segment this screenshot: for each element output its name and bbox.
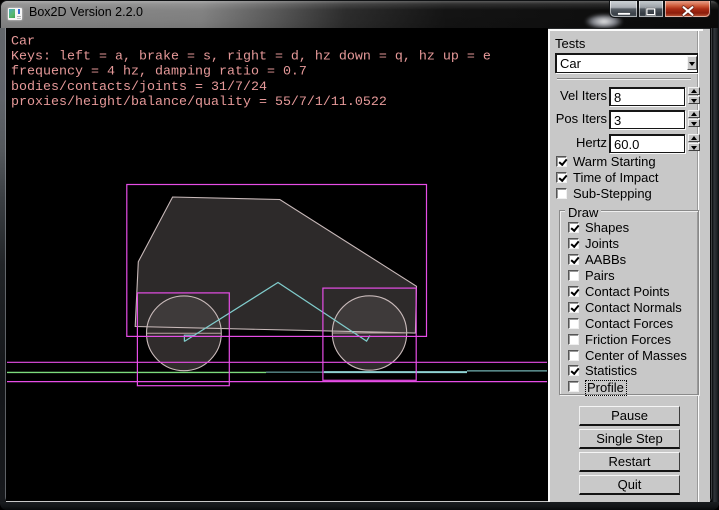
svg-text:proxies/height/balance/quality: proxies/height/balance/quality = 55/7/1/…: [11, 95, 387, 110]
svg-text:frequency = 4 hz, damping rati: frequency = 4 hz, damping ratio = 0.7: [11, 65, 307, 80]
svg-text:Keys: left = a, brake = s, rig: Keys: left = a, brake = s, right = d, hz…: [11, 50, 491, 65]
svg-text:bodies/contacts/joints = 31/7/: bodies/contacts/joints = 31/7/24: [11, 80, 267, 95]
svg-text:Car: Car: [11, 35, 35, 50]
